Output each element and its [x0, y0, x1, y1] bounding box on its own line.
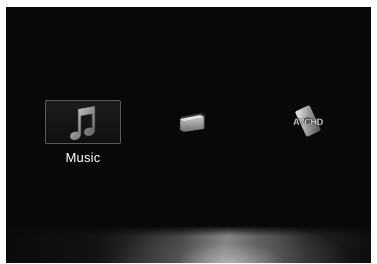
menu-item-label-music: Music: [65, 150, 101, 165]
menu-item-photo[interactable]: [176, 105, 214, 137]
music-note-icon: [69, 105, 96, 141]
avchd-icon: AVCHD: [293, 105, 324, 137]
menu-item-avchd[interactable]: AVCHD: [286, 104, 330, 138]
photo-stack-icon: [179, 113, 205, 133]
media-menu-screen: Music AVCHD: [6, 7, 371, 263]
menu-item-music[interactable]: [45, 100, 121, 144]
bottom-glow-bar: [6, 226, 371, 263]
avchd-icon-text: AVCHD: [293, 117, 324, 127]
